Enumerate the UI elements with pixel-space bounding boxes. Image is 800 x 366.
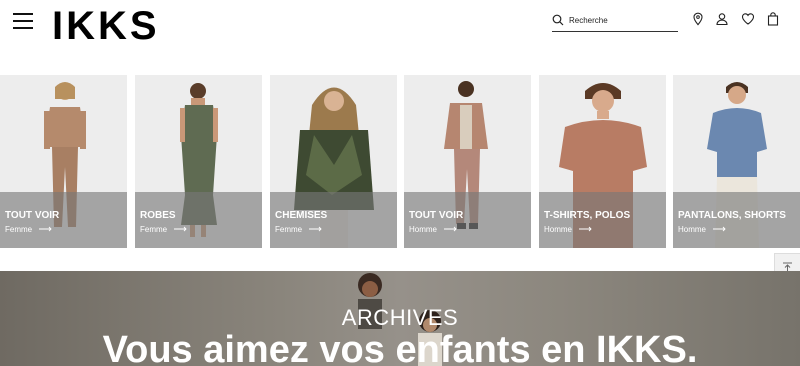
hero-headline: Vous aimez vos enfants en IKKS. <box>102 329 698 366</box>
category-gender: Homme <box>409 225 438 234</box>
category-label: ROBES <box>140 210 176 221</box>
category-tile-homme-pantalons-shorts[interactable]: PANTALONS, SHORTS Homme <box>673 75 800 248</box>
search-icon[interactable] <box>552 14 564 26</box>
store-locator-icon[interactable] <box>691 12 705 26</box>
hero-eyebrow: ARCHIVES <box>341 305 459 330</box>
category-label: CHEMISES <box>275 210 328 221</box>
account-icon[interactable] <box>715 12 729 26</box>
arrow-right-icon <box>713 226 726 232</box>
arrow-right-icon <box>39 226 52 232</box>
category-label: T-SHIRTS, POLOS <box>544 210 631 221</box>
category-tile-femme-chemises[interactable]: CHEMISES Femme <box>270 75 397 248</box>
category-gender: Femme <box>5 225 33 234</box>
category-label: TOUT VOIR <box>409 210 464 221</box>
category-gender: Femme <box>275 225 303 234</box>
search-bar[interactable] <box>552 11 678 32</box>
brand-logo[interactable]: IKKS <box>52 6 160 46</box>
hero-banner[interactable]: ARCHIVES Vous aimez vos enfants en IKKS. <box>0 271 800 366</box>
arrow-right-icon <box>444 226 457 232</box>
category-label: TOUT VOIR <box>5 210 60 221</box>
category-gender: Homme <box>678 225 707 234</box>
bag-icon[interactable] <box>766 12 780 26</box>
category-label: PANTALONS, SHORTS <box>678 210 786 221</box>
category-tile-homme-tout-voir[interactable]: TOUT VOIR Homme <box>404 75 531 248</box>
search-input[interactable] <box>569 12 677 28</box>
category-tile-femme-tout-voir[interactable]: TOUT VOIR Femme <box>0 75 127 248</box>
wishlist-icon[interactable] <box>741 12 755 26</box>
category-gender: Femme <box>140 225 168 234</box>
category-tile-femme-robes[interactable]: ROBES Femme <box>135 75 262 248</box>
category-tile-homme-tshirts-polos[interactable]: T-SHIRTS, POLOS Homme <box>539 75 666 248</box>
arrow-right-icon <box>579 226 592 232</box>
arrow-right-icon <box>309 226 322 232</box>
category-carousel: TOUT VOIR Femme ROBES Femme CHEMISES Fem… <box>0 75 800 248</box>
category-gender: Homme <box>544 225 573 234</box>
site-header: IKKS <box>0 0 800 46</box>
menu-icon[interactable] <box>13 13 33 29</box>
arrow-right-icon <box>174 226 187 232</box>
